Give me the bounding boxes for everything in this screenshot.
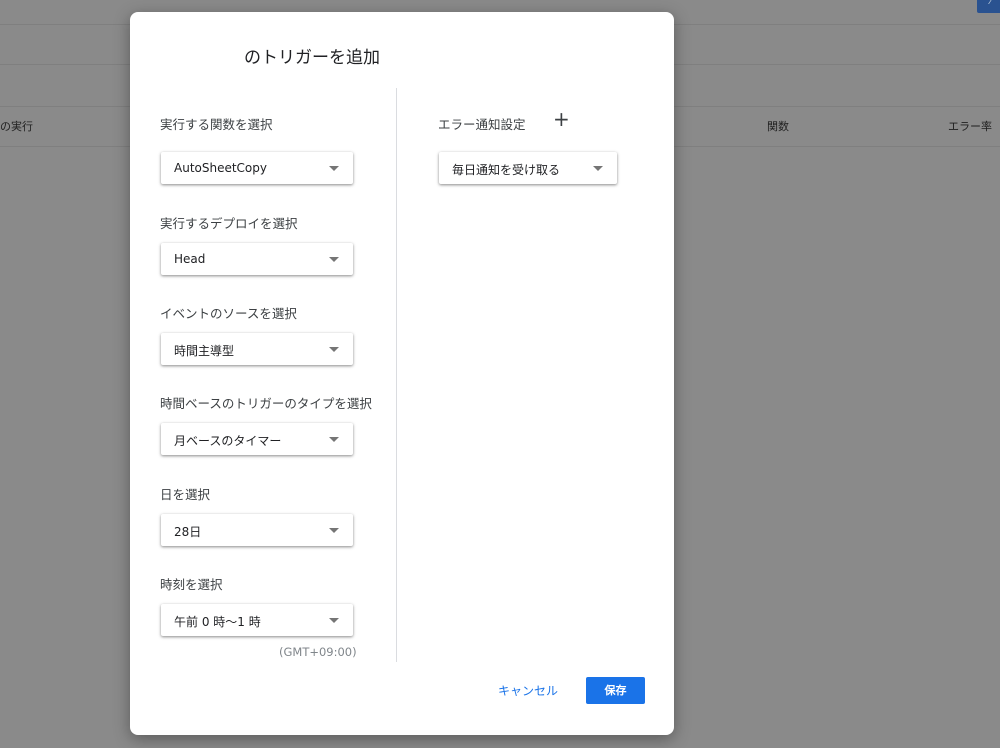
dialog-title: のトリガーを追加 <box>244 48 380 68</box>
time-select-label: 時刻を選択 <box>160 577 223 592</box>
error-notification-label: エラー通知設定 <box>438 117 526 132</box>
day-select-label: 日を選択 <box>160 487 211 502</box>
trigger-type-select-label: 時間ベースのトリガーのタイプを選択 <box>160 396 372 411</box>
chevron-down-icon <box>329 166 339 171</box>
add-trigger-dialog: のトリガーを追加 実行する関数を選択 AutoSheetCopy 実行するデプロ… <box>130 12 674 735</box>
trigger-type-select-value: 月ベースのタイマー <box>174 434 282 448</box>
event-source-select-value: 時間主導型 <box>174 344 235 358</box>
background-column-header: エラー率 <box>948 120 992 133</box>
event-source-select[interactable]: 時間主導型 <box>161 333 353 365</box>
deployment-select-label: 実行するデプロイを選択 <box>160 216 298 231</box>
day-select[interactable]: 28日 <box>161 514 353 546</box>
day-select-value: 28日 <box>174 525 202 539</box>
deployment-select-value: Head <box>174 252 206 266</box>
function-select-value: AutoSheetCopy <box>174 161 267 175</box>
background-action-button: ⁄ <box>977 0 1000 13</box>
timezone-label: (GMT+09:00) <box>279 645 357 659</box>
chevron-down-icon <box>329 528 339 533</box>
deployment-select[interactable]: Head <box>161 243 353 275</box>
function-select[interactable]: AutoSheetCopy <box>161 152 353 184</box>
background-column-header: 関数 <box>767 120 789 133</box>
save-button[interactable]: 保存 <box>586 677 645 704</box>
chevron-down-icon <box>329 437 339 442</box>
event-source-select-label: イベントのソースを選択 <box>160 306 297 321</box>
error-notification-select[interactable]: 毎日通知を受け取る <box>439 152 617 184</box>
cancel-button[interactable]: キャンセル <box>493 678 563 704</box>
error-notification-select-value: 毎日通知を受け取る <box>452 163 561 177</box>
time-select-value: 午前 0 時～1 時 <box>174 615 261 629</box>
chevron-down-icon <box>329 257 339 262</box>
function-select-label: 実行する関数を選択 <box>160 117 273 132</box>
chevron-down-icon <box>329 347 339 352</box>
trigger-type-select[interactable]: 月ベースのタイマー <box>161 423 353 455</box>
time-select[interactable]: 午前 0 時～1 時 <box>161 604 353 636</box>
add-notification-icon[interactable]: + <box>553 109 570 129</box>
background-column-header: の実行 <box>0 120 33 133</box>
chevron-down-icon <box>329 618 339 623</box>
chevron-down-icon <box>593 166 603 171</box>
column-divider <box>396 88 397 662</box>
